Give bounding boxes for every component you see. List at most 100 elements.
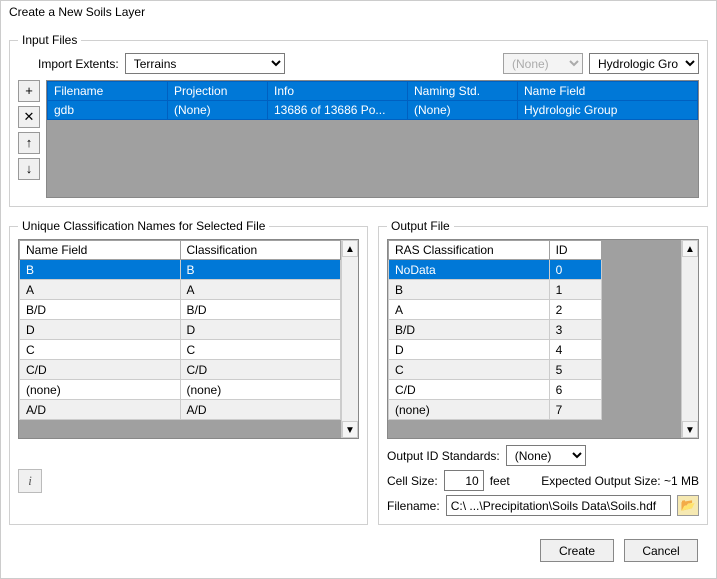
cell-name-field: D: [20, 320, 181, 340]
cell-ras: NoData: [389, 260, 550, 280]
col-id[interactable]: ID: [549, 241, 602, 260]
cell-projection: (None): [168, 101, 268, 120]
input-files-group: Input Files Import Extents: Terrains (No…: [9, 33, 708, 207]
output-filename-input[interactable]: [446, 495, 671, 516]
col-projection[interactable]: Projection: [168, 82, 268, 101]
table-row[interactable]: C/DC/D: [20, 360, 341, 380]
cell-ras: (none): [389, 400, 550, 420]
table-row[interactable]: C/D6: [389, 380, 681, 400]
cell-ras: C/D: [389, 380, 550, 400]
cell-name-field: C/D: [20, 360, 181, 380]
cell-id: 5: [549, 360, 602, 380]
cell-size-units: feet: [490, 474, 510, 488]
cell-blank: [602, 400, 681, 420]
cell-name-field: C: [20, 340, 181, 360]
classification-table[interactable]: Name Field Classification BBAAB/DB/DDDCC…: [19, 240, 341, 420]
classification-legend: Unique Classification Names for Selected…: [18, 219, 269, 233]
cell-name-field: (none): [20, 380, 181, 400]
cell-naming: (None): [408, 101, 518, 120]
cell-id: 1: [549, 280, 602, 300]
col-name-field[interactable]: Name Field: [20, 241, 181, 260]
cell-size-label: Cell Size:: [387, 474, 438, 488]
cell-size-input[interactable]: [444, 470, 484, 491]
cell-namefield: Hydrologic Group: [518, 101, 698, 120]
scroll-up-icon[interactable]: ▲: [342, 240, 358, 257]
output-table[interactable]: RAS Classification ID NoData0B1A2B/D3D4C…: [388, 240, 681, 420]
import-extents-select[interactable]: Terrains: [125, 53, 285, 74]
classification-scrollbar[interactable]: ▲ ▼: [341, 240, 358, 438]
files-table[interactable]: Filename Projection Info Naming Std. Nam…: [46, 80, 699, 198]
cell-ras: D: [389, 340, 550, 360]
cell-blank: [602, 360, 681, 380]
cell-classification: A: [180, 280, 341, 300]
table-row[interactable]: A/DA/D: [20, 400, 341, 420]
cell-ras: C: [389, 360, 550, 380]
col-info[interactable]: Info: [268, 82, 408, 101]
table-row[interactable]: (none)(none): [20, 380, 341, 400]
table-row[interactable]: BB: [20, 260, 341, 280]
table-row[interactable]: NoData0: [389, 260, 681, 280]
expected-size-label: Expected Output Size: ~1 MB: [541, 474, 699, 488]
browse-folder-button[interactable]: 📂: [677, 495, 699, 516]
cell-classification: (none): [180, 380, 341, 400]
remove-file-button[interactable]: ✕: [18, 106, 40, 128]
cell-name-field: B: [20, 260, 181, 280]
cell-name-field: A: [20, 280, 181, 300]
output-legend: Output File: [387, 219, 454, 233]
cell-ras: A: [389, 300, 550, 320]
col-classification[interactable]: Classification: [180, 241, 341, 260]
cell-classification: C: [180, 340, 341, 360]
file-row[interactable]: gdb (None) 13686 of 13686 Po... (None) H…: [48, 101, 698, 120]
move-up-button[interactable]: ↑: [18, 132, 40, 154]
cell-ras: B: [389, 280, 550, 300]
classification-group: Unique Classification Names for Selected…: [9, 219, 368, 525]
naming-std-select: (None): [503, 53, 583, 74]
table-row[interactable]: C5: [389, 360, 681, 380]
folder-icon: 📂: [681, 498, 696, 512]
name-field-select[interactable]: Hydrologic Grou: [589, 53, 699, 74]
table-row[interactable]: B1: [389, 280, 681, 300]
create-button[interactable]: Create: [540, 539, 614, 562]
cell-id: 7: [549, 400, 602, 420]
cell-blank: [602, 380, 681, 400]
output-id-standards-select[interactable]: (None): [506, 445, 586, 466]
col-naming-std[interactable]: Naming Std.: [408, 82, 518, 101]
table-row[interactable]: CC: [20, 340, 341, 360]
scroll-down-icon[interactable]: ▼: [342, 421, 358, 438]
info-button[interactable]: i: [18, 469, 42, 493]
col-ras-classification[interactable]: RAS Classification: [389, 241, 550, 260]
table-row[interactable]: DD: [20, 320, 341, 340]
col-name-field[interactable]: Name Field: [518, 82, 698, 101]
output-group: Output File RAS Classification ID NoData…: [378, 219, 708, 525]
table-row[interactable]: AA: [20, 280, 341, 300]
cell-id: 6: [549, 380, 602, 400]
cell-id: 4: [549, 340, 602, 360]
table-row[interactable]: B/DB/D: [20, 300, 341, 320]
col-filename[interactable]: Filename: [48, 82, 168, 101]
cell-blank: [602, 320, 681, 340]
scroll-up-icon[interactable]: ▲: [682, 240, 698, 257]
cell-id: 2: [549, 300, 602, 320]
cell-info: 13686 of 13686 Po...: [268, 101, 408, 120]
table-row[interactable]: B/D3: [389, 320, 681, 340]
cell-blank: [602, 280, 681, 300]
cell-name-field: A/D: [20, 400, 181, 420]
output-scrollbar[interactable]: ▲ ▼: [681, 240, 698, 438]
table-row[interactable]: D4: [389, 340, 681, 360]
move-down-button[interactable]: ↓: [18, 158, 40, 180]
scroll-down-icon[interactable]: ▼: [682, 421, 698, 438]
output-filename-label: Filename:: [387, 499, 440, 513]
table-row[interactable]: (none)7: [389, 400, 681, 420]
input-files-legend: Input Files: [18, 33, 81, 47]
table-row[interactable]: A2: [389, 300, 681, 320]
cell-classification: C/D: [180, 360, 341, 380]
cancel-button[interactable]: Cancel: [624, 539, 698, 562]
import-extents-label: Import Extents:: [38, 57, 119, 71]
cell-classification: B/D: [180, 300, 341, 320]
cell-id: 0: [549, 260, 602, 280]
add-file-button[interactable]: +: [18, 80, 40, 102]
cell-ras: B/D: [389, 320, 550, 340]
cell-id: 3: [549, 320, 602, 340]
cell-name-field: B/D: [20, 300, 181, 320]
cell-classification: D: [180, 320, 341, 340]
